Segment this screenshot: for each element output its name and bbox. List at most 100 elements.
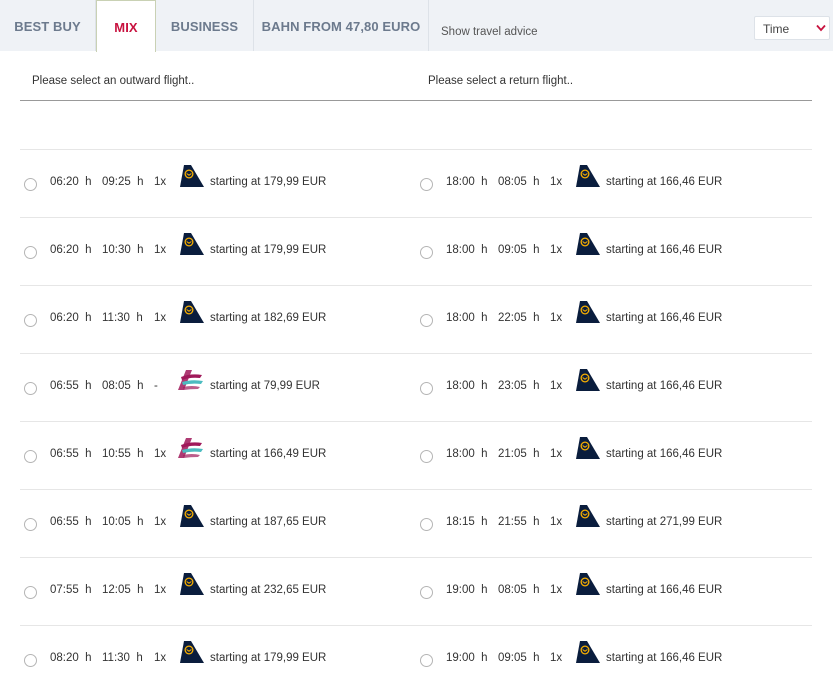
lufthansa-tail-icon <box>180 233 204 255</box>
stops-count: 1x <box>154 584 167 596</box>
tab-business[interactable]: BUSINESS <box>156 0 254 51</box>
outward-flight-radio[interactable] <box>24 654 37 667</box>
fare-price: starting at 166,46 EUR <box>606 380 723 392</box>
departure-time: 18:00 h <box>446 448 488 460</box>
departure-time: 19:00 h <box>446 652 488 664</box>
return-flight-radio[interactable] <box>420 654 433 667</box>
lufthansa-tail-icon <box>576 233 600 255</box>
lufthansa-tail-icon <box>576 165 600 187</box>
departure-time: 08:20 h <box>50 652 92 664</box>
return-flight-radio[interactable] <box>420 382 433 395</box>
outward-flight-radio[interactable] <box>24 246 37 259</box>
chevron-down-icon <box>816 24 826 32</box>
stops-count: 1x <box>154 652 167 664</box>
fare-price: starting at 187,65 EUR <box>210 516 327 528</box>
travel-advice-link[interactable]: Show travel advice <box>441 26 538 38</box>
arrival-time: 11:30 h <box>102 312 143 324</box>
arrival-time: 22:05 h <box>498 312 540 324</box>
eurowings-tail-icon <box>178 370 203 390</box>
lufthansa-tail-icon <box>576 573 600 595</box>
stops-count: 1x <box>550 448 563 460</box>
stops-count: 1x <box>154 312 167 324</box>
stops-count: 1x <box>154 448 167 460</box>
stops-count: 1x <box>550 244 563 256</box>
lufthansa-tail-icon <box>180 505 204 527</box>
lufthansa-tail-icon <box>180 301 204 323</box>
departure-time: 06:55 h <box>50 448 92 460</box>
stops-count: 1x <box>154 516 167 528</box>
arrival-time: 09:05 h <box>498 244 540 256</box>
arrival-time: 21:05 h <box>498 448 540 460</box>
return-flight-radio[interactable] <box>420 178 433 191</box>
arrival-time: 10:30 h <box>102 244 144 256</box>
arrival-time: 21:55 h <box>498 516 540 528</box>
arrival-time: 08:05 h <box>498 176 540 188</box>
fare-price: starting at 166,46 EUR <box>606 584 723 596</box>
departure-time: 19:00 h <box>446 584 488 596</box>
stops-count: 1x <box>550 312 563 324</box>
outward-flight-radio[interactable] <box>24 586 37 599</box>
departure-time: 18:15 h <box>446 516 488 528</box>
outward-flight-radio[interactable] <box>24 178 37 191</box>
sort-select[interactable]: Time <box>754 16 830 40</box>
fare-price: starting at 166,46 EUR <box>606 312 723 324</box>
stops-count: - <box>154 380 158 392</box>
departure-time: 07:55 h <box>50 584 92 596</box>
tab-mix[interactable]: MIX <box>96 0 156 52</box>
stops-count: 1x <box>154 176 167 188</box>
lufthansa-tail-icon <box>576 369 600 391</box>
return-flight-radio[interactable] <box>420 246 433 259</box>
departure-time: 06:20 h <box>50 312 92 324</box>
departure-time: 06:55 h <box>50 516 92 528</box>
return-flight-radio[interactable] <box>420 314 433 327</box>
lufthansa-tail-icon <box>180 573 204 595</box>
arrival-time: 09:05 h <box>498 652 540 664</box>
departure-time: 18:00 h <box>446 244 488 256</box>
outward-flight-radio[interactable] <box>24 518 37 531</box>
sort-selected-value: Time <box>763 22 790 36</box>
tab-best-buy[interactable]: BEST BUY <box>0 0 96 51</box>
return-flight-radio[interactable] <box>420 586 433 599</box>
arrival-time: 23:05 h <box>498 380 540 392</box>
stops-count: 1x <box>550 380 563 392</box>
departure-time: 18:00 h <box>446 312 488 324</box>
arrival-time: 10:55 h <box>102 448 144 460</box>
lufthansa-tail-icon <box>576 437 600 459</box>
return-heading: Please select a return flight.. <box>428 75 574 87</box>
fare-price: starting at 179,99 EUR <box>210 176 327 188</box>
eurowings-tail-icon <box>178 438 203 458</box>
lufthansa-tail-icon <box>180 165 204 187</box>
stops-count: 1x <box>550 516 563 528</box>
fare-price: starting at 271,99 EUR <box>606 516 723 528</box>
stops-count: 1x <box>550 176 563 188</box>
stops-count: 1x <box>154 244 167 256</box>
return-flight-radio[interactable] <box>420 518 433 531</box>
arrival-time: 08:05 h <box>498 584 540 596</box>
fare-price: starting at 166,46 EUR <box>606 176 723 188</box>
fare-price: starting at 166,46 EUR <box>606 448 723 460</box>
fare-price: starting at 79,99 EUR <box>210 380 320 392</box>
fare-price: starting at 179,99 EUR <box>210 244 327 256</box>
stops-count: 1x <box>550 652 563 664</box>
fare-price: starting at 182,69 EUR <box>210 312 327 324</box>
arrival-time: 11:30 h <box>102 652 143 664</box>
lufthansa-tail-icon <box>576 505 600 527</box>
outward-flight-radio[interactable] <box>24 450 37 463</box>
outward-flight-radio[interactable] <box>24 314 37 327</box>
outward-flight-radio[interactable] <box>24 382 37 395</box>
lufthansa-tail-icon <box>576 641 600 663</box>
departure-time: 18:00 h <box>446 380 488 392</box>
fare-tab-bar: BEST BUY MIX BUSINESS BAHN FROM 47,80 EU… <box>0 0 833 52</box>
departure-time: 06:55 h <box>50 380 92 392</box>
lufthansa-tail-icon <box>180 641 204 663</box>
return-flight-radio[interactable] <box>420 450 433 463</box>
departure-time: 06:20 h <box>50 244 92 256</box>
arrival-time: 08:05 h <box>102 380 144 392</box>
arrival-time: 09:25 h <box>102 176 144 188</box>
heading-divider <box>20 100 812 101</box>
outward-heading: Please select an outward flight.. <box>32 75 195 87</box>
fare-price: starting at 232,65 EUR <box>210 584 327 596</box>
arrival-time: 10:05 h <box>102 516 144 528</box>
lufthansa-tail-icon <box>576 301 600 323</box>
tab-bahn[interactable]: BAHN FROM 47,80 EURO <box>254 0 429 51</box>
